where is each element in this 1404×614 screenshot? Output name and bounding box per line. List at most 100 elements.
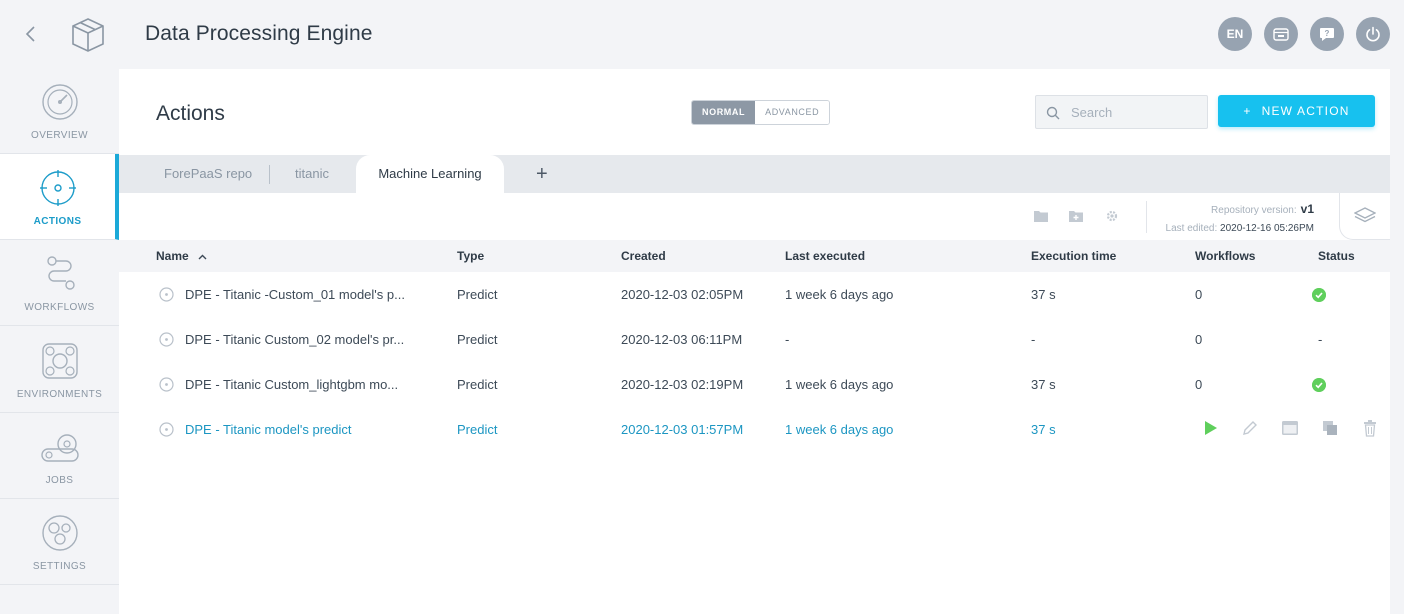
- top-icons: EN ?: [1218, 17, 1390, 51]
- row-workflows: 0: [1195, 287, 1203, 302]
- sort-ascending-icon[interactable]: [198, 254, 207, 260]
- tab-divider: [269, 165, 270, 184]
- new-action-label: NEW ACTION: [1261, 104, 1350, 118]
- action-target-icon: [159, 377, 174, 392]
- edit-pencil-icon[interactable]: [1241, 419, 1259, 437]
- repository-version-value: v1: [1300, 202, 1314, 216]
- status-success-icon: [1312, 288, 1326, 302]
- workflow-icon: [46, 256, 75, 290]
- row-type: Predict: [457, 377, 498, 392]
- language-button[interactable]: EN: [1218, 17, 1252, 51]
- back-arrow-icon[interactable]: [20, 22, 42, 46]
- row-exec-time: -: [1031, 332, 1036, 347]
- sidebar-item-label: WORKFLOWS: [24, 302, 95, 313]
- last-edited-label: Last edited:: [1165, 223, 1218, 234]
- trash-icon[interactable]: [1361, 419, 1379, 437]
- column-header-created[interactable]: Created: [621, 249, 666, 263]
- gears-icon: [40, 434, 79, 462]
- column-header-status[interactable]: Status: [1318, 249, 1355, 263]
- status-success-icon: [1312, 378, 1326, 392]
- page-title: Actions: [156, 102, 225, 125]
- sidebar-item-workflows[interactable]: WORKFLOWS: [0, 240, 119, 326]
- row-name: DPE - Titanic model's predict: [185, 422, 352, 437]
- table-row[interactable]: DPE - Titanic -Custom_01 model's p... Pr…: [119, 272, 1390, 317]
- mode-advanced-button[interactable]: ADVANCED: [755, 101, 830, 124]
- gauge-icon: [41, 84, 78, 120]
- table-row[interactable]: DPE - Titanic Custom_lightgbm mo... Pred…: [119, 362, 1390, 407]
- sidebar-item-label: ENVIRONMENTS: [16, 389, 103, 400]
- row-created: 2020-12-03 01:57PM: [621, 422, 744, 437]
- layers-button[interactable]: [1339, 193, 1390, 240]
- table-row[interactable]: DPE - Titanic model's predict Predict 20…: [119, 407, 1390, 452]
- add-tab-icon[interactable]: +: [536, 163, 548, 186]
- table-row[interactable]: DPE - Titanic Custom_02 model's pr... Pr…: [119, 317, 1390, 362]
- toolbar-divider: [1146, 201, 1147, 233]
- layers-icon: [1354, 207, 1376, 223]
- row-last-executed: -: [785, 332, 790, 347]
- package-box-icon: [72, 18, 104, 52]
- sidebar-item-overview[interactable]: OVERVIEW: [0, 68, 119, 154]
- folder-add-icon[interactable]: [1069, 210, 1083, 222]
- top-bar: Data Processing Engine EN ?: [0, 0, 1404, 68]
- row-created: 2020-12-03 06:11PM: [621, 332, 743, 347]
- environment-icon: [41, 343, 78, 379]
- search-input[interactable]: [1071, 96, 1201, 128]
- repo-toolbar: Repository version: v1 Last edited: 2020-…: [119, 193, 1390, 240]
- row-last-executed: 1 week 6 days ago: [785, 422, 894, 437]
- mode-normal-button[interactable]: NORMAL: [692, 101, 756, 124]
- folder-icon[interactable]: [1034, 210, 1048, 222]
- gear-icon[interactable]: [1105, 209, 1119, 223]
- target-icon: [39, 170, 76, 206]
- duplicate-icon[interactable]: [1321, 419, 1339, 437]
- column-header-execution-time[interactable]: Execution time: [1031, 249, 1116, 263]
- sidebar: OVERVIEW ACTIONS WORKFLOWS ENVIRONMENTS …: [0, 68, 119, 614]
- column-header-name[interactable]: Name: [156, 249, 207, 263]
- last-edited: Last edited: 2020-12-16 05:26PM: [1166, 223, 1314, 234]
- row-last-executed: 1 week 6 days ago: [785, 287, 894, 302]
- search-icon: [1046, 106, 1060, 120]
- row-name: DPE - Titanic -Custom_01 model's p...: [185, 287, 405, 302]
- row-last-executed: 1 week 6 days ago: [785, 377, 894, 392]
- repository-version: Repository version: v1: [1211, 202, 1314, 216]
- settings-icon: [41, 515, 78, 551]
- sidebar-item-jobs[interactable]: JOBS: [0, 413, 119, 499]
- sidebar-item-settings[interactable]: SETTINGS: [0, 499, 119, 585]
- column-header-label: Name: [156, 249, 189, 263]
- window-icon[interactable]: [1281, 419, 1299, 437]
- play-icon[interactable]: [1201, 419, 1219, 437]
- row-exec-time: 37 s: [1031, 422, 1056, 437]
- last-edited-value: 2020-12-16 05:26PM: [1220, 223, 1314, 234]
- calendar-icon[interactable]: [1264, 17, 1298, 51]
- column-header-workflows[interactable]: Workflows: [1195, 249, 1255, 263]
- row-exec-time: 37 s: [1031, 377, 1056, 392]
- page-header: Actions NORMAL ADVANCED + NEW ACTION: [119, 69, 1390, 155]
- mode-toggle: NORMAL ADVANCED: [691, 100, 831, 125]
- sidebar-item-label: ACTIONS: [33, 216, 82, 227]
- main-panel: Actions NORMAL ADVANCED + NEW ACTION For…: [119, 69, 1390, 614]
- column-header-type[interactable]: Type: [457, 249, 484, 263]
- row-workflows: 0: [1195, 332, 1203, 347]
- repo-tabs: ForePaaS repo titanic Machine Learning +: [119, 155, 1390, 193]
- app-title: Data Processing Engine: [145, 22, 373, 45]
- power-icon[interactable]: [1356, 17, 1390, 51]
- tab-machine-learning[interactable]: Machine Learning: [356, 155, 504, 193]
- row-name: DPE - Titanic Custom_lightgbm mo...: [185, 377, 399, 392]
- sidebar-item-environments[interactable]: ENVIRONMENTS: [0, 327, 119, 413]
- row-status: -: [1318, 332, 1323, 347]
- action-target-icon: [159, 422, 174, 437]
- row-name: DPE - Titanic Custom_02 model's pr...: [185, 332, 405, 347]
- search-box: [1035, 95, 1208, 129]
- sidebar-item-label: SETTINGS: [32, 561, 87, 572]
- tab-forepaas-repo[interactable]: ForePaaS repo: [164, 155, 252, 193]
- action-target-icon: [159, 332, 174, 347]
- action-target-icon: [159, 287, 174, 302]
- row-created: 2020-12-03 02:05PM: [621, 287, 744, 302]
- tab-titanic[interactable]: titanic: [295, 155, 329, 193]
- sidebar-item-label: OVERVIEW: [31, 130, 88, 141]
- table-header: Name Type Created Last executed Executio…: [119, 240, 1390, 272]
- column-header-last-executed[interactable]: Last executed: [785, 249, 865, 263]
- help-chat-icon[interactable]: ?: [1310, 17, 1344, 51]
- new-action-button[interactable]: + NEW ACTION: [1218, 95, 1375, 127]
- sidebar-item-actions[interactable]: ACTIONS: [0, 154, 119, 240]
- repository-version-label: Repository version:: [1211, 205, 1297, 216]
